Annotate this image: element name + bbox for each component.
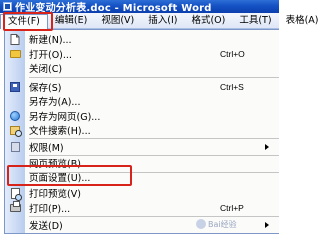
- menu-item-label: 另存为网页(G)...: [29, 112, 101, 123]
- file-menu-dropdown: 新建(N)... 打开(O)... Ctrl+O 关闭(C) 保存(S) Ctr…: [4, 29, 279, 234]
- menu-item-label: 权限(M): [29, 143, 64, 154]
- menu-separator: [29, 138, 279, 139]
- menu-item-shortcut: Ctrl+P: [220, 203, 244, 213]
- menu-item-permission[interactable]: 权限(M): [5, 140, 279, 154]
- watermark-text: Bai经验: [208, 219, 237, 229]
- save-disk-icon: [9, 82, 21, 93]
- word-app-icon: [3, 2, 12, 11]
- title-bar: 作业变动分析表.doc - Microsoft Word: [0, 0, 279, 13]
- print-preview-icon: [9, 187, 22, 201]
- menu-separator: [29, 77, 279, 78]
- menu-item-label: 另存为(A)...: [29, 97, 81, 108]
- menu-item-label: 文件搜索(H)...: [29, 126, 91, 137]
- baidu-paw-icon: [196, 219, 206, 229]
- menu-item-label: 打开(O)...: [29, 50, 72, 61]
- menu-item-print-preview[interactable]: 打印预览(V): [5, 186, 279, 201]
- menu-item-label: 打印预览(V): [29, 189, 81, 200]
- menu-item-print[interactable]: 打印(P)... Ctrl+P: [5, 201, 279, 215]
- menu-item-file-search[interactable]: 文件搜索(H)...: [5, 123, 279, 137]
- menu-item-label: 网页预览(B): [29, 159, 81, 170]
- menu-item-new[interactable]: 新建(N)...: [5, 32, 279, 46]
- open-folder-icon: [9, 49, 21, 60]
- menu-bar: 文件(F) 编辑(E) 视图(V) 插入(I) 格式(O) 工具(T) 表格(A…: [0, 13, 318, 29]
- menu-tools[interactable]: 工具(T): [232, 14, 278, 28]
- menu-format[interactable]: 格式(O): [184, 14, 232, 28]
- menu-item-save[interactable]: 保存(S) Ctrl+S: [5, 80, 279, 94]
- menu-item-label: 关闭(C): [29, 64, 63, 75]
- menu-insert[interactable]: 插入(I): [141, 14, 184, 28]
- menu-item-save-as-web[interactable]: 另存为网页(G)...: [5, 109, 279, 123]
- menu-item-open[interactable]: 打开(O)... Ctrl+O: [5, 47, 279, 61]
- menu-item-shortcut: Ctrl+O: [220, 49, 245, 59]
- watermark: Bai经验: [196, 217, 276, 231]
- menu-item-label: 新建(N)...: [29, 35, 72, 46]
- menu-item-label: 打印(P)...: [29, 204, 71, 215]
- permission-icon: [9, 142, 21, 153]
- menu-item-close[interactable]: 关闭(C): [5, 61, 279, 75]
- menu-item-shortcut: Ctrl+S: [220, 82, 244, 92]
- window-title: 作业变动分析表.doc - Microsoft Word: [15, 3, 212, 13]
- menu-item-label: 发送(D): [29, 221, 63, 232]
- menu-item-save-as[interactable]: 另存为(A)...: [5, 94, 279, 108]
- menu-edit[interactable]: 编辑(E): [48, 14, 94, 28]
- menu-item-label: 保存(S): [29, 83, 62, 94]
- new-document-icon: [9, 33, 21, 45]
- menu-item-web-preview[interactable]: 网页预览(B): [5, 156, 279, 170]
- submenu-arrow-icon: [265, 144, 269, 150]
- menu-item-label: 页面设置(U)...: [29, 173, 91, 184]
- file-search-icon: [9, 125, 22, 137]
- menu-item-page-setup[interactable]: 页面设置(U)...: [5, 170, 279, 184]
- web-page-icon: [9, 111, 21, 122]
- menu-file[interactable]: 文件(F): [0, 13, 48, 29]
- printer-icon: [9, 201, 21, 214]
- menu-view[interactable]: 视图(V): [94, 14, 141, 28]
- menu-table[interactable]: 表格(A): [279, 14, 320, 28]
